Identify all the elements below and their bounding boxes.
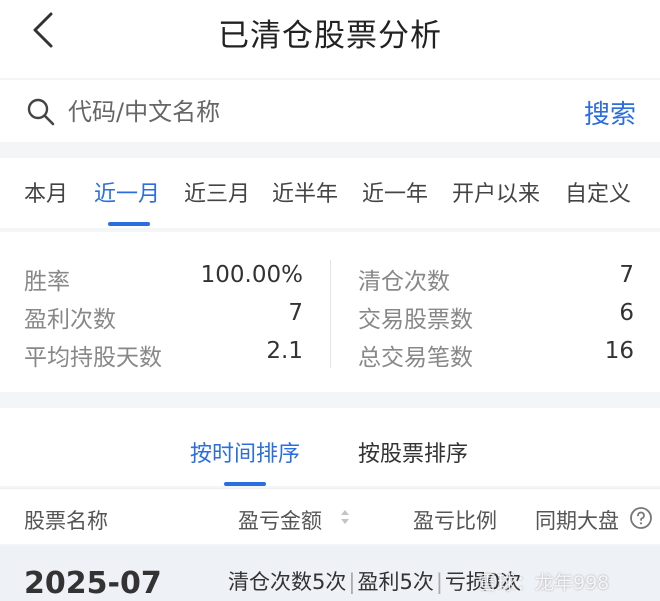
help-icon[interactable]: [629, 506, 653, 530]
top-bar: 已清仓股票分析: [0, 0, 660, 78]
sort-by-time-tab[interactable]: 按时间排序: [190, 436, 300, 468]
separator: |: [435, 570, 443, 594]
tab-this-month[interactable]: 本月: [24, 176, 68, 208]
tab-last-half-year[interactable]: 近半年: [272, 176, 338, 208]
total-trades-value: 16: [604, 338, 634, 364]
search-button[interactable]: 搜索: [584, 94, 636, 131]
active-sort-indicator: [224, 482, 266, 486]
search-bar: 搜索: [0, 80, 660, 142]
sort-arrows-icon[interactable]: [340, 507, 350, 527]
col-profit-ratio: 盈亏比例: [413, 509, 497, 533]
traded-stocks-value: 6: [619, 300, 634, 326]
month-group-row[interactable]: 2025-07 清仓次数5次|盈利5次|亏损0次 雪球：龙年998: [0, 546, 660, 601]
stats-divider: [330, 260, 331, 368]
search-icon: [27, 98, 55, 126]
month-label: 2025-07: [24, 566, 162, 601]
tab-last-three-months[interactable]: 近三月: [184, 176, 250, 208]
tab-since-account-open[interactable]: 开户以来: [452, 176, 540, 208]
win-rate-value: 100.00%: [200, 262, 303, 288]
search-input[interactable]: [68, 94, 528, 130]
separator: |: [348, 570, 356, 594]
tab-last-month[interactable]: 近一月: [94, 176, 160, 208]
page-title: 已清仓股票分析: [218, 18, 442, 54]
avg-hold-days-label: 平均持股天数: [24, 345, 162, 371]
stats-panel: 胜率 100.00% 盈利次数 7 平均持股天数 2.1 清仓次数 7 交易股票…: [0, 232, 660, 392]
month-profit-count: 盈利5次: [357, 570, 434, 594]
watermark-text: 雪球：龙年998: [478, 572, 610, 594]
table-header: 股票名称 盈亏金额 盈亏比例 同期大盘: [0, 488, 660, 544]
tab-last-year[interactable]: 近一年: [362, 176, 428, 208]
profit-count-label: 盈利次数: [24, 307, 116, 333]
col-market-same-period: 同期大盘: [535, 509, 619, 533]
month-clear-count: 清仓次数5次: [228, 570, 347, 594]
clear-count-value: 7: [619, 262, 634, 288]
tab-custom[interactable]: 自定义: [565, 176, 631, 208]
clear-count-label: 清仓次数: [358, 269, 450, 295]
col-stock-name: 股票名称: [24, 509, 108, 533]
period-tabs: 本月 近一月 近三月 近半年 近一年 开户以来 自定义: [0, 158, 660, 228]
traded-stocks-label: 交易股票数: [358, 307, 473, 333]
win-rate-label: 胜率: [24, 269, 70, 295]
active-tab-indicator: [108, 222, 150, 226]
sort-tabs: 按时间排序 按股票排序: [0, 408, 660, 486]
avg-hold-days-value: 2.1: [266, 338, 303, 364]
col-profit-amount[interactable]: 盈亏金额: [238, 505, 322, 535]
sort-by-stock-tab[interactable]: 按股票排序: [358, 436, 468, 468]
total-trades-label: 总交易笔数: [358, 345, 473, 371]
profit-count-value: 7: [288, 300, 303, 326]
